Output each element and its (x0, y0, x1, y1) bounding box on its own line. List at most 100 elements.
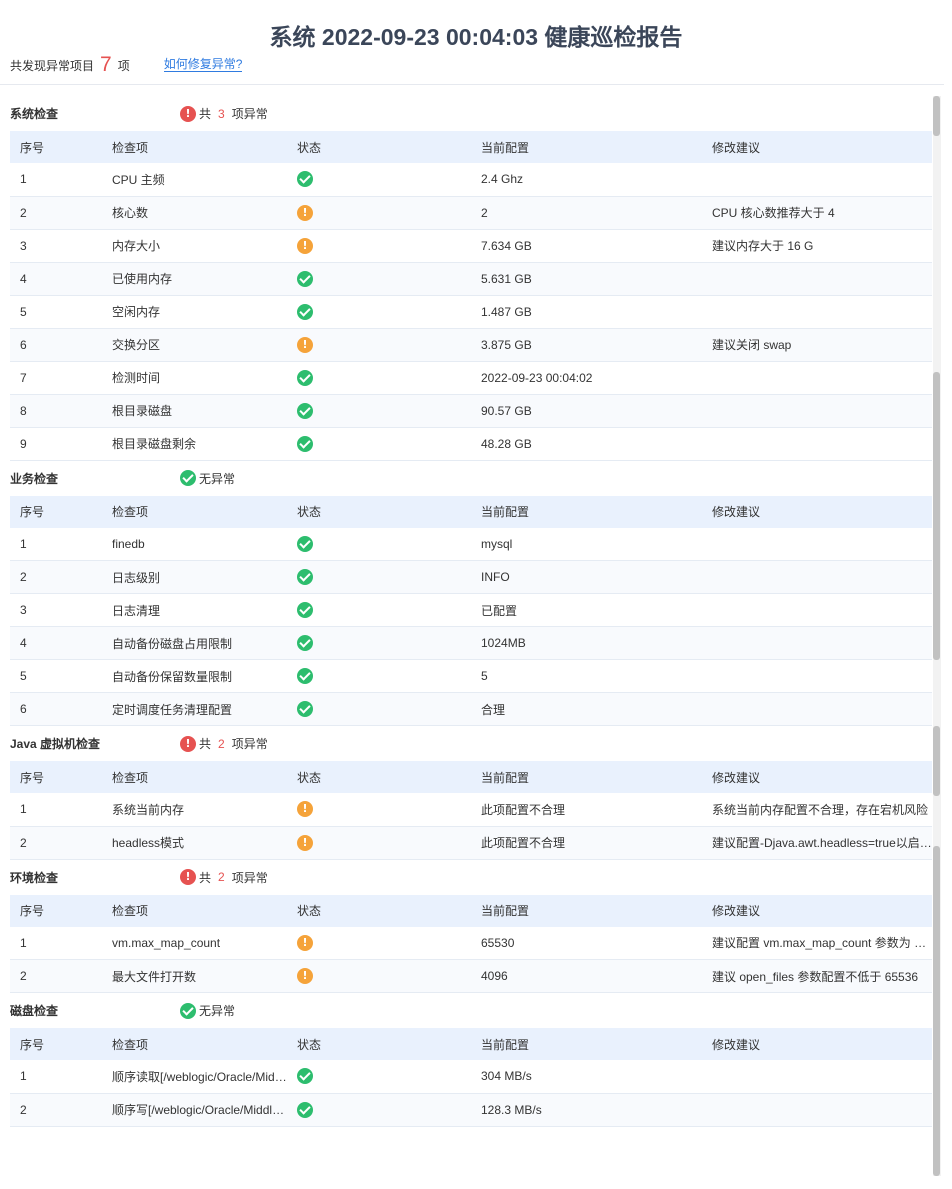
current-config: 5.631 GB (471, 262, 702, 296)
check-item: 交换分区 (102, 328, 287, 362)
check-item: vm.max_map_count (102, 926, 287, 960)
column-header: 状态 (287, 1028, 471, 1060)
suggestion: 建议关闭 swap (702, 328, 932, 362)
table-row: 3内存大小 7.634 GB建议内存大于 16 G (10, 229, 932, 263)
section-header: 系统检查 共3 项异常 (10, 96, 932, 131)
current-config: 128.3 MB/s (471, 1093, 702, 1127)
table-row: 8 根目录磁盘 90.57 GB (10, 394, 932, 428)
section-status: 共2 项异常 (180, 869, 268, 886)
row-number: 5 (10, 295, 102, 329)
check-item: 根目录磁盘 (102, 394, 287, 428)
anomaly-count: 3 (218, 106, 225, 121)
status-icon (287, 427, 471, 461)
scrollbar-thumb[interactable] (933, 96, 940, 136)
current-config: mysql (471, 527, 702, 561)
current-config: 2.4 Ghz (471, 163, 702, 197)
status-suffix: 项异常 (231, 870, 268, 885)
column-header: 检查项 (102, 1028, 287, 1060)
report-content[interactable]: 系统检查共3项异常序号检查项状态当前配置修改建议1CPU 主频2.4 Ghz2核… (10, 96, 932, 1127)
row-number: 6 (10, 692, 102, 726)
suggestion: CPU 核心数推荐大于 4 (702, 196, 932, 230)
suggestion (702, 692, 932, 726)
suggestion (702, 361, 932, 395)
scrollbar-thumb[interactable] (933, 726, 940, 796)
table-row: 6交换分区 3.875 GB建议关闭 swap (10, 328, 932, 362)
table-row: 2核心数2CPU 核心数推荐大于 4 (10, 196, 932, 230)
column-header: 当前配置 (471, 761, 702, 793)
table-row: 3 日志清理 已配置 (10, 593, 932, 627)
row-number: 4 (10, 626, 102, 660)
current-config: 3.875 GB (471, 328, 702, 362)
column-header: 状态 (287, 894, 471, 927)
warning-circle-icon (297, 204, 313, 221)
status-icon (287, 295, 471, 329)
error-circle-icon (180, 869, 196, 885)
suggestion (702, 659, 932, 693)
current-config: 此项配置不合理 (471, 793, 702, 827)
suggestion (702, 262, 932, 296)
table-header-row: 序号 检查项 状态 当前配置 修改建议 (10, 1028, 932, 1060)
current-config: 此项配置不合理 (471, 826, 702, 860)
status-suffix: 项异常 (231, 737, 268, 751)
table-row: 1 CPU 主频 2.4 Ghz (10, 163, 932, 197)
check-circle-icon (180, 1002, 196, 1019)
check-table: 序号检查项状态当前配置修改建议1vm.max_map_count65530建议配… (10, 894, 932, 993)
status-prefix: 共 (199, 107, 212, 121)
table-row: 5 空闲内存 1.487 GB (10, 295, 932, 329)
check-item: 日志级别 (102, 560, 287, 594)
section-status: 共2 项异常 (180, 735, 268, 752)
column-header: 序号 (10, 495, 102, 528)
suggestion (702, 1060, 932, 1094)
current-config: 1024MB (471, 626, 702, 660)
row-number: 8 (10, 394, 102, 428)
row-number: 1 (10, 163, 102, 197)
current-config: 合理 (471, 692, 702, 726)
table-row: 5 自动备份保留数量限制 5 (10, 659, 932, 693)
section-header: 磁盘检查 无异常 (10, 993, 932, 1028)
status-icon (287, 1093, 471, 1127)
current-config: INFO (471, 560, 702, 594)
check-circle-icon (297, 602, 313, 618)
status-icon (287, 560, 471, 594)
how-to-fix-link[interactable]: 如何修复异常? (163, 58, 243, 72)
table-row: 4 自动备份磁盘占用限制 1024MB (10, 626, 932, 660)
suggestion (702, 427, 932, 461)
scrollbar[interactable] (933, 96, 941, 1176)
scrollbar-thumb[interactable] (933, 372, 940, 660)
check-circle-icon (297, 701, 313, 717)
table-row: 6 定时调度任务清理配置 合理 (10, 692, 932, 726)
row-number: 7 (10, 361, 102, 395)
status-icon (287, 593, 471, 627)
check-table: 序号 检查项 状态 当前配置 修改建议 1 finedb mysql 2 日志级别 INFO 3 日志清… (10, 495, 932, 726)
status-icon (287, 1060, 471, 1094)
section-title: 业务检查 (10, 471, 59, 486)
check-item: 核心数 (102, 196, 287, 230)
table-row: 4 已使用内存 5.631 GB (10, 262, 932, 296)
status-icon (287, 959, 471, 993)
check-item: 空闲内存 (102, 295, 287, 329)
check-table: 序号检查项状态当前配置修改建议1CPU 主频2.4 Ghz2核心数2CPU 核心… (10, 131, 932, 461)
check-circle-icon (297, 668, 313, 684)
column-header: 当前配置 (471, 894, 702, 927)
scrollbar-thumb[interactable] (933, 846, 940, 1176)
column-header: 序号 (10, 894, 102, 927)
status-prefix: 共 (199, 737, 212, 751)
status-icon (287, 793, 471, 827)
anomaly-count: 2 (218, 736, 225, 751)
column-header: 序号 (10, 1028, 102, 1060)
check-item: 已使用内存 (102, 262, 287, 296)
status-icon (287, 527, 471, 561)
row-number: 2 (10, 826, 102, 860)
table-row: 2顺序写[/weblogic/Oracle/Middleware] 128.3 M… (10, 1093, 932, 1127)
status-icon (287, 229, 471, 263)
status-icon (287, 626, 471, 660)
suggestion (702, 527, 932, 561)
row-number: 3 (10, 229, 102, 263)
section-status: 无异常 (180, 470, 235, 487)
warning-circle-icon (297, 801, 313, 818)
row-number: 6 (10, 328, 102, 362)
row-number: 1 (10, 527, 102, 561)
status-icon (287, 692, 471, 726)
check-circle-icon (180, 470, 196, 486)
check-item: 自动备份磁盘占用限制 (102, 626, 287, 660)
